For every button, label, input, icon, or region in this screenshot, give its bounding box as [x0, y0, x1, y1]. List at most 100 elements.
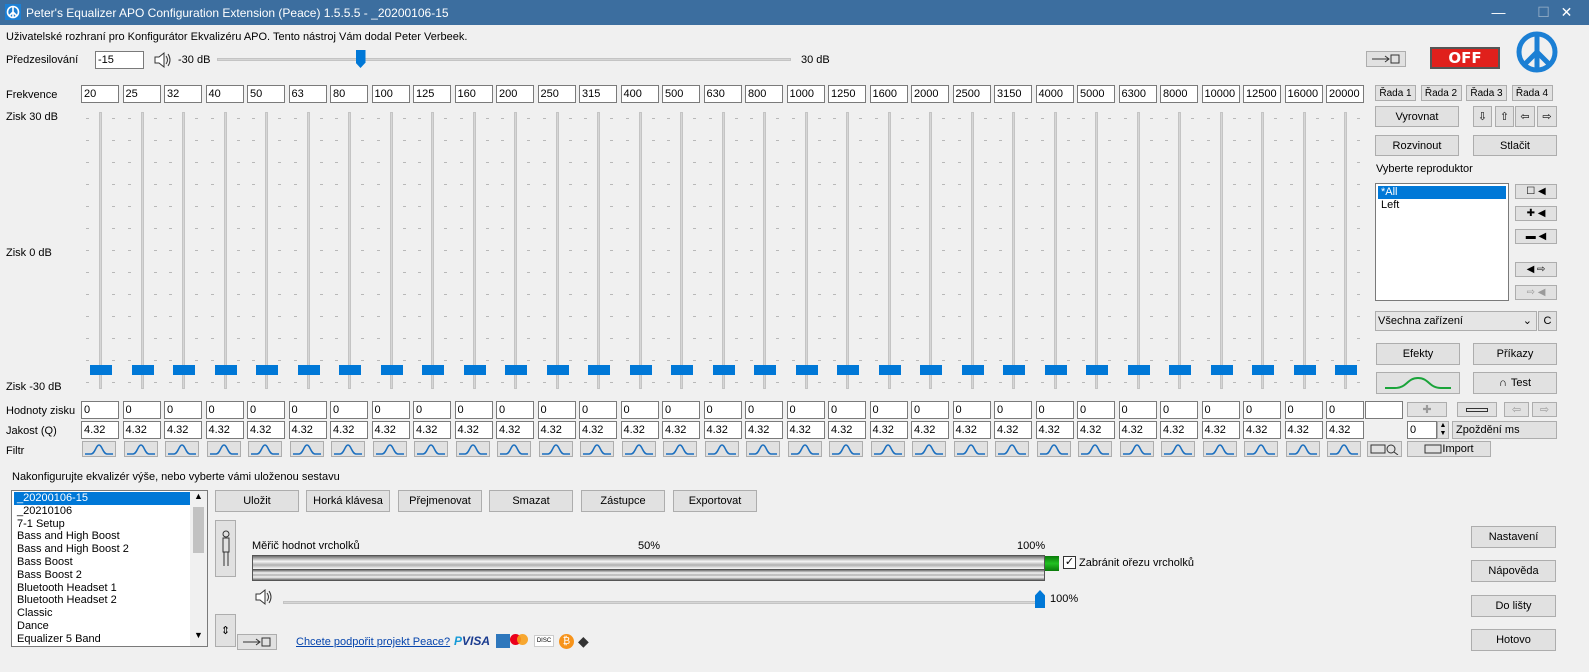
gain-input[interactable]: 0 — [579, 401, 617, 419]
gain-input[interactable]: 0 — [288, 401, 327, 419]
frequency-input[interactable]: 400 — [620, 85, 659, 103]
speaker-swap-button[interactable]: ◀ ⇨ — [1515, 262, 1557, 277]
gain-slider-thumb[interactable] — [961, 365, 984, 375]
preset-item[interactable]: _20210106 — [14, 505, 190, 518]
preset-action-button[interactable]: Zástupce — [581, 490, 665, 512]
preset-item[interactable]: Dance — [14, 620, 190, 633]
q-input[interactable]: 4.32 — [952, 421, 991, 439]
frequency-input[interactable]: 200 — [496, 85, 534, 103]
frequency-input[interactable]: 630 — [703, 85, 742, 103]
volume-slider-thumb[interactable] — [1035, 590, 1045, 608]
bitcoin-icon[interactable]: ₿ — [559, 634, 574, 649]
gain-slider-track[interactable] — [1136, 112, 1140, 389]
frequency-input[interactable]: 2000 — [911, 85, 949, 103]
gain-input[interactable]: 0 — [786, 401, 825, 419]
q-input[interactable]: 4.32 — [911, 421, 949, 439]
preset-action-button[interactable]: Smazat — [489, 490, 573, 512]
frequency-input[interactable]: 3150 — [994, 85, 1032, 103]
filter-button[interactable] — [248, 441, 282, 457]
filter-button[interactable] — [206, 441, 241, 457]
preamp-slider-track[interactable] — [217, 58, 791, 61]
gain-slider-thumb[interactable] — [297, 365, 320, 375]
frequency-input[interactable]: 1600 — [869, 85, 908, 103]
side-button[interactable]: Do lišty — [1471, 595, 1556, 617]
q-input[interactable]: 4.32 — [1160, 421, 1198, 439]
gain-slider-thumb[interactable] — [588, 365, 610, 375]
gain-input[interactable]: 0 — [869, 401, 908, 419]
volume-slider-track[interactable] — [283, 601, 1040, 604]
frequency-input[interactable]: 10000 — [1201, 85, 1240, 103]
gain-input[interactable]: 0 — [1118, 401, 1157, 419]
gain-input[interactable]: 0 — [122, 401, 161, 419]
q-input[interactable]: 4.32 — [745, 421, 783, 439]
preset-action-button[interactable]: Horká klávesa — [306, 490, 390, 512]
gain-slider-track[interactable] — [763, 112, 766, 389]
preset-item[interactable]: Equalizer 5 Band — [14, 633, 190, 646]
gain-input[interactable]: 0 — [205, 401, 244, 419]
shift-up-button[interactable]: ⇧ — [1495, 106, 1514, 127]
q-input[interactable]: 4.32 — [1243, 421, 1281, 439]
gain-slider-track[interactable] — [887, 112, 891, 389]
close-button[interactable]: ✕ — [1544, 0, 1589, 25]
efekty-button[interactable]: Efekty — [1376, 343, 1460, 365]
filter-button[interactable] — [289, 441, 324, 457]
gain-slider-thumb[interactable] — [380, 365, 403, 375]
gain-slider-track[interactable] — [1178, 112, 1181, 389]
preamp-slider-thumb[interactable] — [355, 50, 366, 68]
filter-button[interactable] — [953, 441, 988, 457]
frequency-input[interactable]: 32 — [164, 85, 202, 103]
gain-slider-track[interactable] — [1012, 112, 1015, 389]
gain-slider-track[interactable] — [555, 112, 559, 389]
gain-input[interactable]: 0 — [620, 401, 659, 419]
scroll-up-icon[interactable]: ▲ — [190, 491, 207, 507]
filter-button[interactable] — [912, 441, 946, 457]
resize-vertical-button[interactable]: ⇕ — [215, 614, 236, 647]
frequency-input[interactable]: 125 — [413, 85, 451, 103]
gain-slider-track[interactable] — [265, 112, 268, 389]
extra-gain-input[interactable] — [1365, 401, 1403, 419]
gain-slider-thumb[interactable] — [1252, 365, 1274, 375]
frequency-input[interactable]: 63 — [288, 85, 327, 103]
frequency-input[interactable]: 12500 — [1243, 85, 1281, 103]
preset-item[interactable]: Bass Boost 2 — [14, 569, 190, 582]
frequency-input[interactable]: 40 — [205, 85, 244, 103]
gain-slider-track[interactable] — [929, 112, 932, 389]
q-input[interactable]: 4.32 — [288, 421, 327, 439]
q-input[interactable]: 4.32 — [247, 421, 285, 439]
preset-action-button[interactable]: Exportovat — [673, 490, 757, 512]
gain-slider-track[interactable] — [306, 112, 310, 389]
support-link[interactable]: Chcete podpořit projekt Peace? — [296, 636, 450, 648]
frequency-input[interactable]: 20000 — [1326, 85, 1364, 103]
minimize-to-tray-button[interactable] — [1366, 51, 1406, 67]
frequency-input[interactable]: 1000 — [786, 85, 825, 103]
speaker-add-button[interactable]: ✚ ◀ — [1515, 206, 1557, 221]
gain-slider-track[interactable] — [140, 112, 144, 389]
gain-input[interactable]: 0 — [496, 401, 534, 419]
gain-slider-track[interactable] — [1095, 112, 1098, 389]
device-dropdown[interactable]: Všechna zařízení ⌄ — [1375, 311, 1537, 331]
move-left-button[interactable]: ⇦ — [1515, 106, 1535, 127]
filter-button[interactable] — [372, 441, 407, 457]
gain-slider-track[interactable] — [514, 112, 517, 389]
preset-scrollbar[interactable]: ▲ ▼ — [190, 491, 207, 646]
gain-input[interactable]: 0 — [828, 401, 866, 419]
q-input[interactable]: 4.32 — [122, 421, 161, 439]
gain-slider-thumb[interactable] — [463, 365, 486, 375]
gain-slider-track[interactable] — [1261, 112, 1264, 389]
gain-input[interactable]: 0 — [413, 401, 451, 419]
clip-checkbox[interactable]: ✓ — [1063, 556, 1076, 569]
test-button[interactable]: ∩ Test — [1473, 372, 1557, 394]
frequency-input[interactable]: 250 — [537, 85, 576, 103]
frequency-input[interactable]: 16000 — [1284, 85, 1323, 103]
gain-slider-thumb[interactable] — [1127, 365, 1150, 375]
move-right-button[interactable]: ⇨ — [1537, 106, 1557, 127]
side-button[interactable]: Nastavení — [1471, 526, 1556, 548]
gain-slider-thumb[interactable] — [131, 365, 154, 375]
filter-button[interactable] — [829, 441, 863, 457]
delay-spinner[interactable]: ▲ ▼ — [1437, 421, 1449, 439]
side-button[interactable]: Hotovo — [1471, 629, 1556, 651]
frequency-input[interactable]: 8000 — [1160, 85, 1198, 103]
gain-input[interactable]: 0 — [247, 401, 285, 419]
rozvinout-button[interactable]: Rozvinout — [1375, 135, 1459, 156]
row-button[interactable]: Řada 2 — [1420, 85, 1462, 101]
